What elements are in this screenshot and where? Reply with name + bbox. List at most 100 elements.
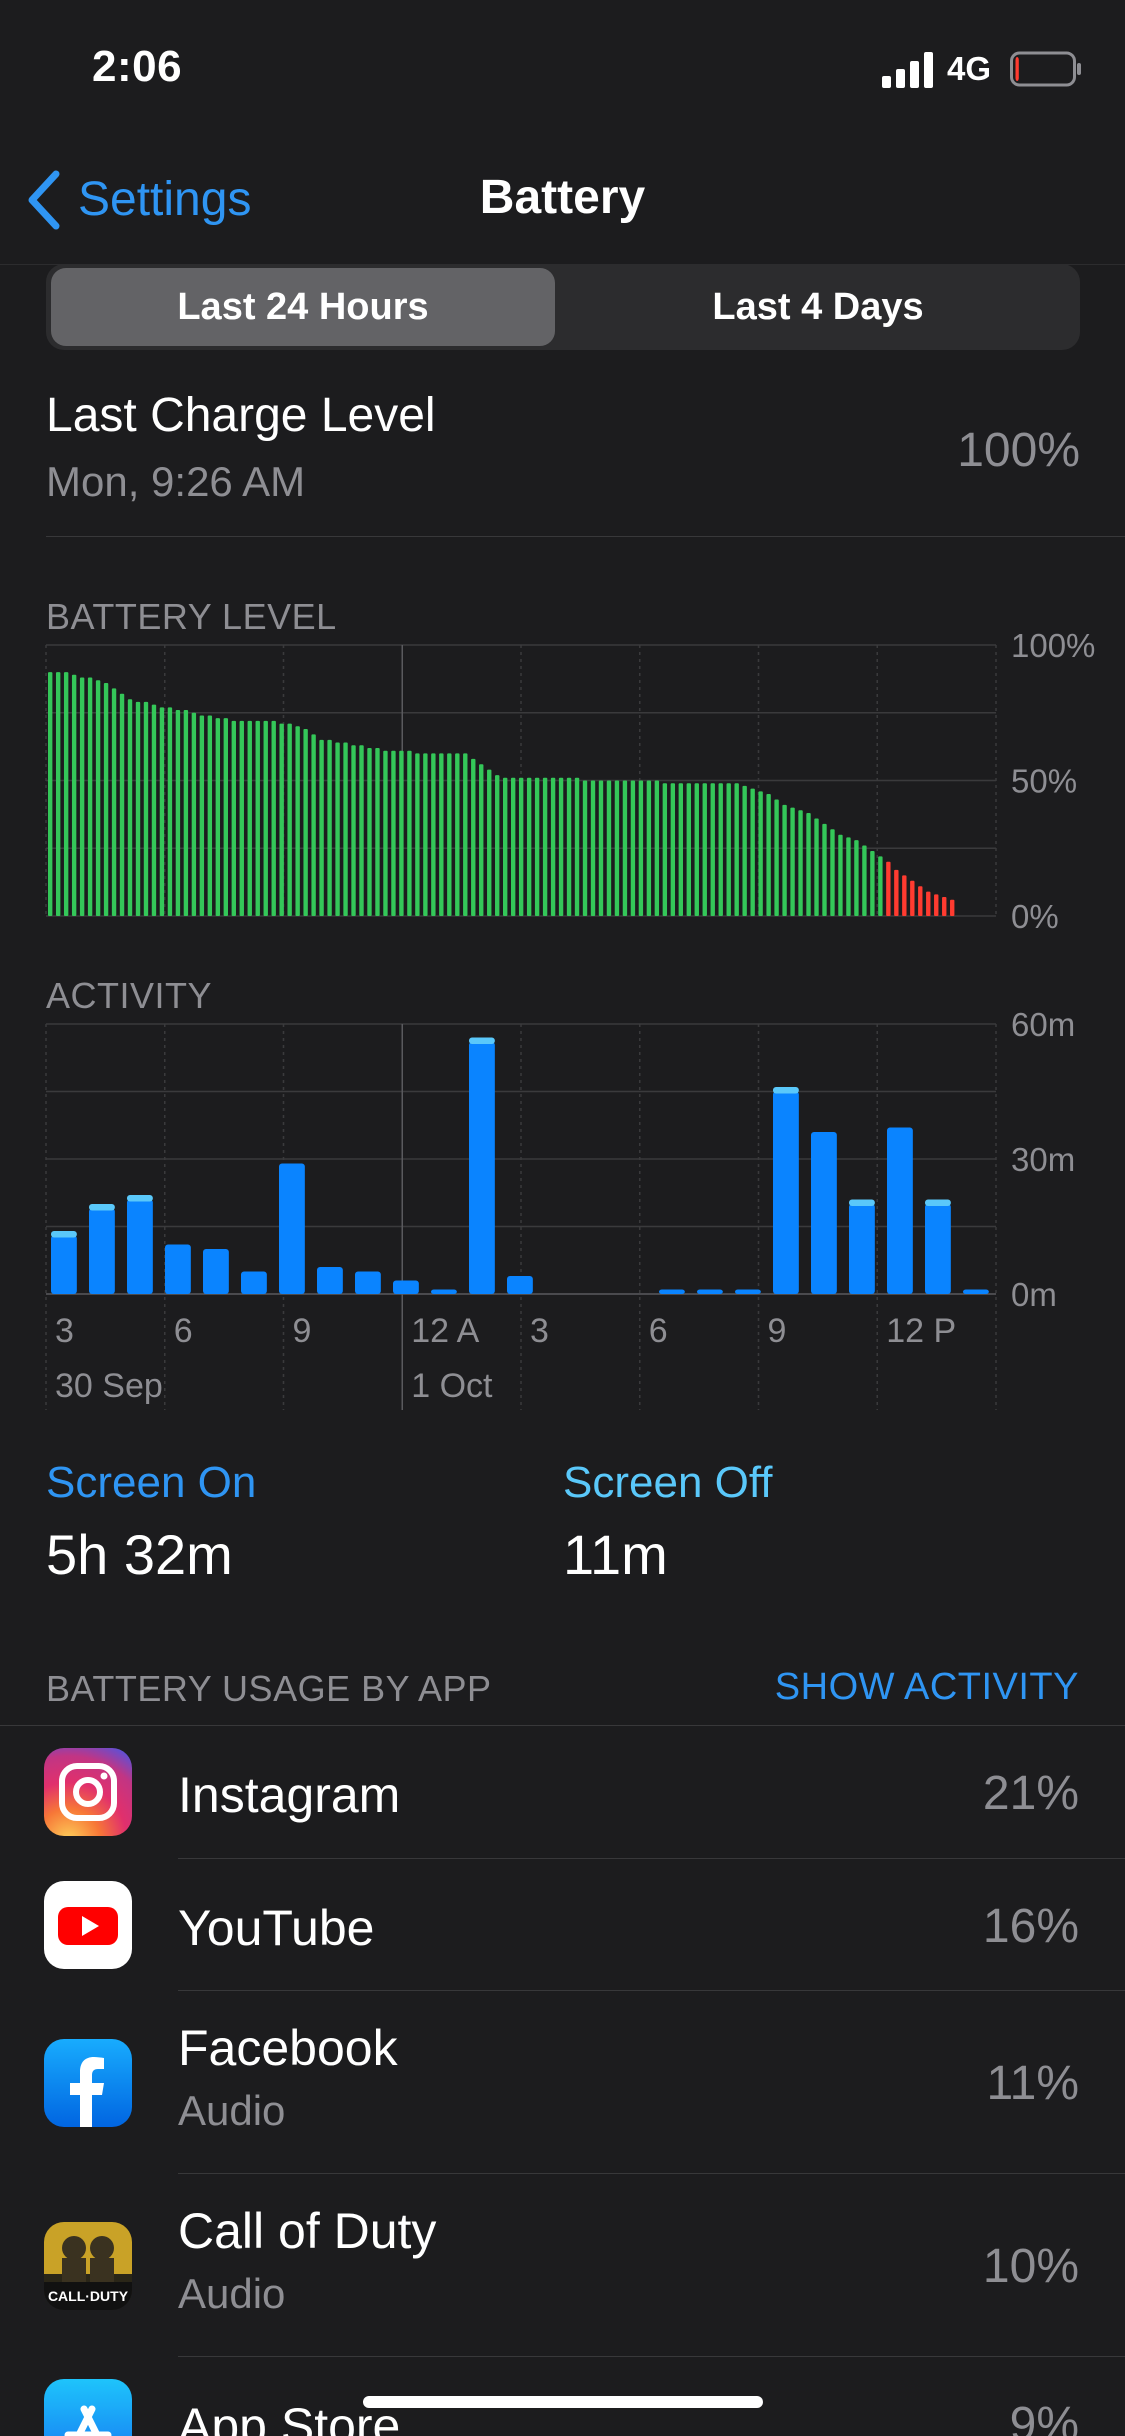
activity-x-tick-label: 6 bbox=[174, 1312, 193, 1350]
battery-level-bar bbox=[742, 785, 747, 916]
battery-level-bar bbox=[119, 693, 125, 916]
battery-level-bar bbox=[622, 780, 628, 916]
battery-level-bar bbox=[223, 718, 228, 916]
battery-level-bar bbox=[383, 750, 388, 916]
activity-bar-screen-on bbox=[203, 1249, 229, 1294]
battery-level-bar bbox=[782, 804, 787, 916]
battery-usage-label: BATTERY USAGE BY APP bbox=[46, 1668, 492, 1709]
battery-level-bar bbox=[894, 869, 899, 916]
battery-level-bar bbox=[151, 704, 157, 916]
activity-bar-screen-on bbox=[849, 1204, 875, 1294]
battery-level-bar bbox=[734, 783, 739, 916]
battery-level-bar bbox=[638, 780, 644, 916]
battery-level-bar bbox=[231, 720, 236, 916]
battery-level-bar bbox=[455, 753, 460, 916]
battery-level-bar bbox=[295, 726, 300, 916]
battery-level-bar bbox=[391, 750, 396, 916]
battery-level-bar bbox=[534, 777, 540, 916]
battery-level-bar bbox=[351, 745, 356, 916]
activity-bar-screen-off bbox=[127, 1195, 153, 1202]
battery-level-bar bbox=[670, 783, 676, 916]
battery-level-bar bbox=[199, 715, 205, 916]
battery-level-bar bbox=[830, 829, 835, 916]
battery-level-bar bbox=[678, 783, 683, 916]
battery-level-bar bbox=[415, 753, 420, 916]
battery-level-bar bbox=[71, 674, 77, 916]
app-name: Instagram bbox=[178, 1767, 401, 1823]
battery-level-bar bbox=[239, 720, 244, 916]
battery-level-bar bbox=[518, 777, 524, 916]
battery-level-bar bbox=[614, 780, 620, 916]
battery-y-tick-label: 100% bbox=[1011, 627, 1095, 664]
battery-level-bar bbox=[798, 810, 803, 916]
battery-level-bar bbox=[471, 758, 476, 916]
battery-level-bar bbox=[846, 837, 851, 916]
battery-level-bar bbox=[439, 753, 444, 916]
app-row-facebook[interactable]: Facebook Audio 11% bbox=[0, 1991, 1125, 2173]
activity-date-label: 30 Sep bbox=[55, 1367, 163, 1405]
screen-off-value: 11m bbox=[563, 1523, 668, 1586]
battery-level-bar bbox=[167, 707, 173, 916]
battery-level-bar bbox=[143, 701, 149, 916]
call-of-duty-icon: CALL·DUTY bbox=[44, 2222, 132, 2310]
facebook-icon bbox=[44, 2039, 132, 2127]
battery-level-bar bbox=[79, 677, 85, 916]
show-activity-button[interactable]: SHOW ACTIVITY bbox=[775, 1666, 1079, 1709]
youtube-icon bbox=[44, 1881, 132, 1969]
battery-level-bar bbox=[111, 688, 117, 916]
screen-off-label: Screen Off bbox=[563, 1458, 773, 1507]
battery-level-bar bbox=[806, 813, 811, 916]
home-indicator[interactable] bbox=[363, 2396, 763, 2408]
battery-level-bar bbox=[95, 680, 101, 916]
app-name: YouTube bbox=[178, 1900, 375, 1956]
screen-on-value: 5h 32m bbox=[46, 1523, 233, 1586]
activity-bar-screen-off bbox=[51, 1231, 77, 1238]
app-percentage: 16% bbox=[982, 1900, 1079, 1953]
activity-bar-screen-on bbox=[697, 1289, 723, 1294]
activity-bar-screen-on bbox=[887, 1127, 913, 1294]
battery-level-bar bbox=[950, 899, 955, 916]
app-percentage: 21% bbox=[982, 1767, 1079, 1820]
app-subtitle: Audio bbox=[178, 2270, 286, 2317]
battery-level-bar bbox=[87, 677, 93, 916]
battery-level-bar bbox=[526, 777, 532, 916]
app-row-call-of-duty[interactable]: CALL·DUTY Call of Duty Audio 10% bbox=[0, 2174, 1125, 2356]
battery-level-bar bbox=[790, 807, 795, 916]
battery-level-bar bbox=[758, 791, 763, 916]
activity-x-tick-label: 3 bbox=[530, 1312, 549, 1350]
app-row-instagram[interactable]: Instagram 21% bbox=[0, 1726, 1125, 1858]
battery-level-bar bbox=[247, 720, 252, 916]
battery-level-bar bbox=[343, 742, 348, 916]
activity-bar-screen-on bbox=[659, 1289, 685, 1294]
battery-level-bar bbox=[934, 894, 939, 916]
battery-level-bar bbox=[367, 747, 372, 916]
battery-level-bar bbox=[335, 742, 340, 916]
battery-level-bar bbox=[407, 750, 412, 916]
battery-level-bar bbox=[503, 777, 508, 916]
battery-level-bar bbox=[63, 672, 69, 916]
battery-y-tick-label: 0% bbox=[1011, 898, 1059, 935]
app-row-youtube[interactable]: YouTube 16% bbox=[0, 1859, 1125, 1991]
activity-bar-screen-on bbox=[317, 1267, 343, 1294]
activity-bar-screen-on bbox=[127, 1199, 153, 1294]
activity-x-tick-label: 9 bbox=[293, 1312, 312, 1350]
battery-level-bar bbox=[710, 783, 715, 916]
battery-level-bar bbox=[878, 856, 883, 916]
battery-level-bar bbox=[183, 710, 189, 916]
activity-bar-screen-on bbox=[89, 1208, 115, 1294]
battery-charts: 100% 50% 0% 60m 30m 0m 3 6 9 12 A 3 6 9 12 P 30 Sep 1 O… bbox=[45, 627, 1095, 1410]
activity-bar-screen-on bbox=[431, 1289, 457, 1294]
battery-level-bar bbox=[862, 845, 867, 916]
battery-level-bar bbox=[191, 712, 197, 916]
battery-level-bar bbox=[654, 780, 660, 916]
activity-x-tick-label: 6 bbox=[649, 1312, 668, 1350]
activity-y-tick-label: 0m bbox=[1011, 1276, 1057, 1313]
battery-level-bar bbox=[48, 672, 53, 916]
app-percentage: 9% bbox=[1009, 2398, 1079, 2436]
app-name: Facebook bbox=[178, 2020, 398, 2076]
battery-level-bar bbox=[207, 715, 213, 916]
battery-level-bar bbox=[910, 880, 915, 916]
battery-level-bar bbox=[215, 718, 221, 916]
battery-level-bar bbox=[918, 886, 923, 916]
battery-level-bar bbox=[774, 799, 779, 916]
